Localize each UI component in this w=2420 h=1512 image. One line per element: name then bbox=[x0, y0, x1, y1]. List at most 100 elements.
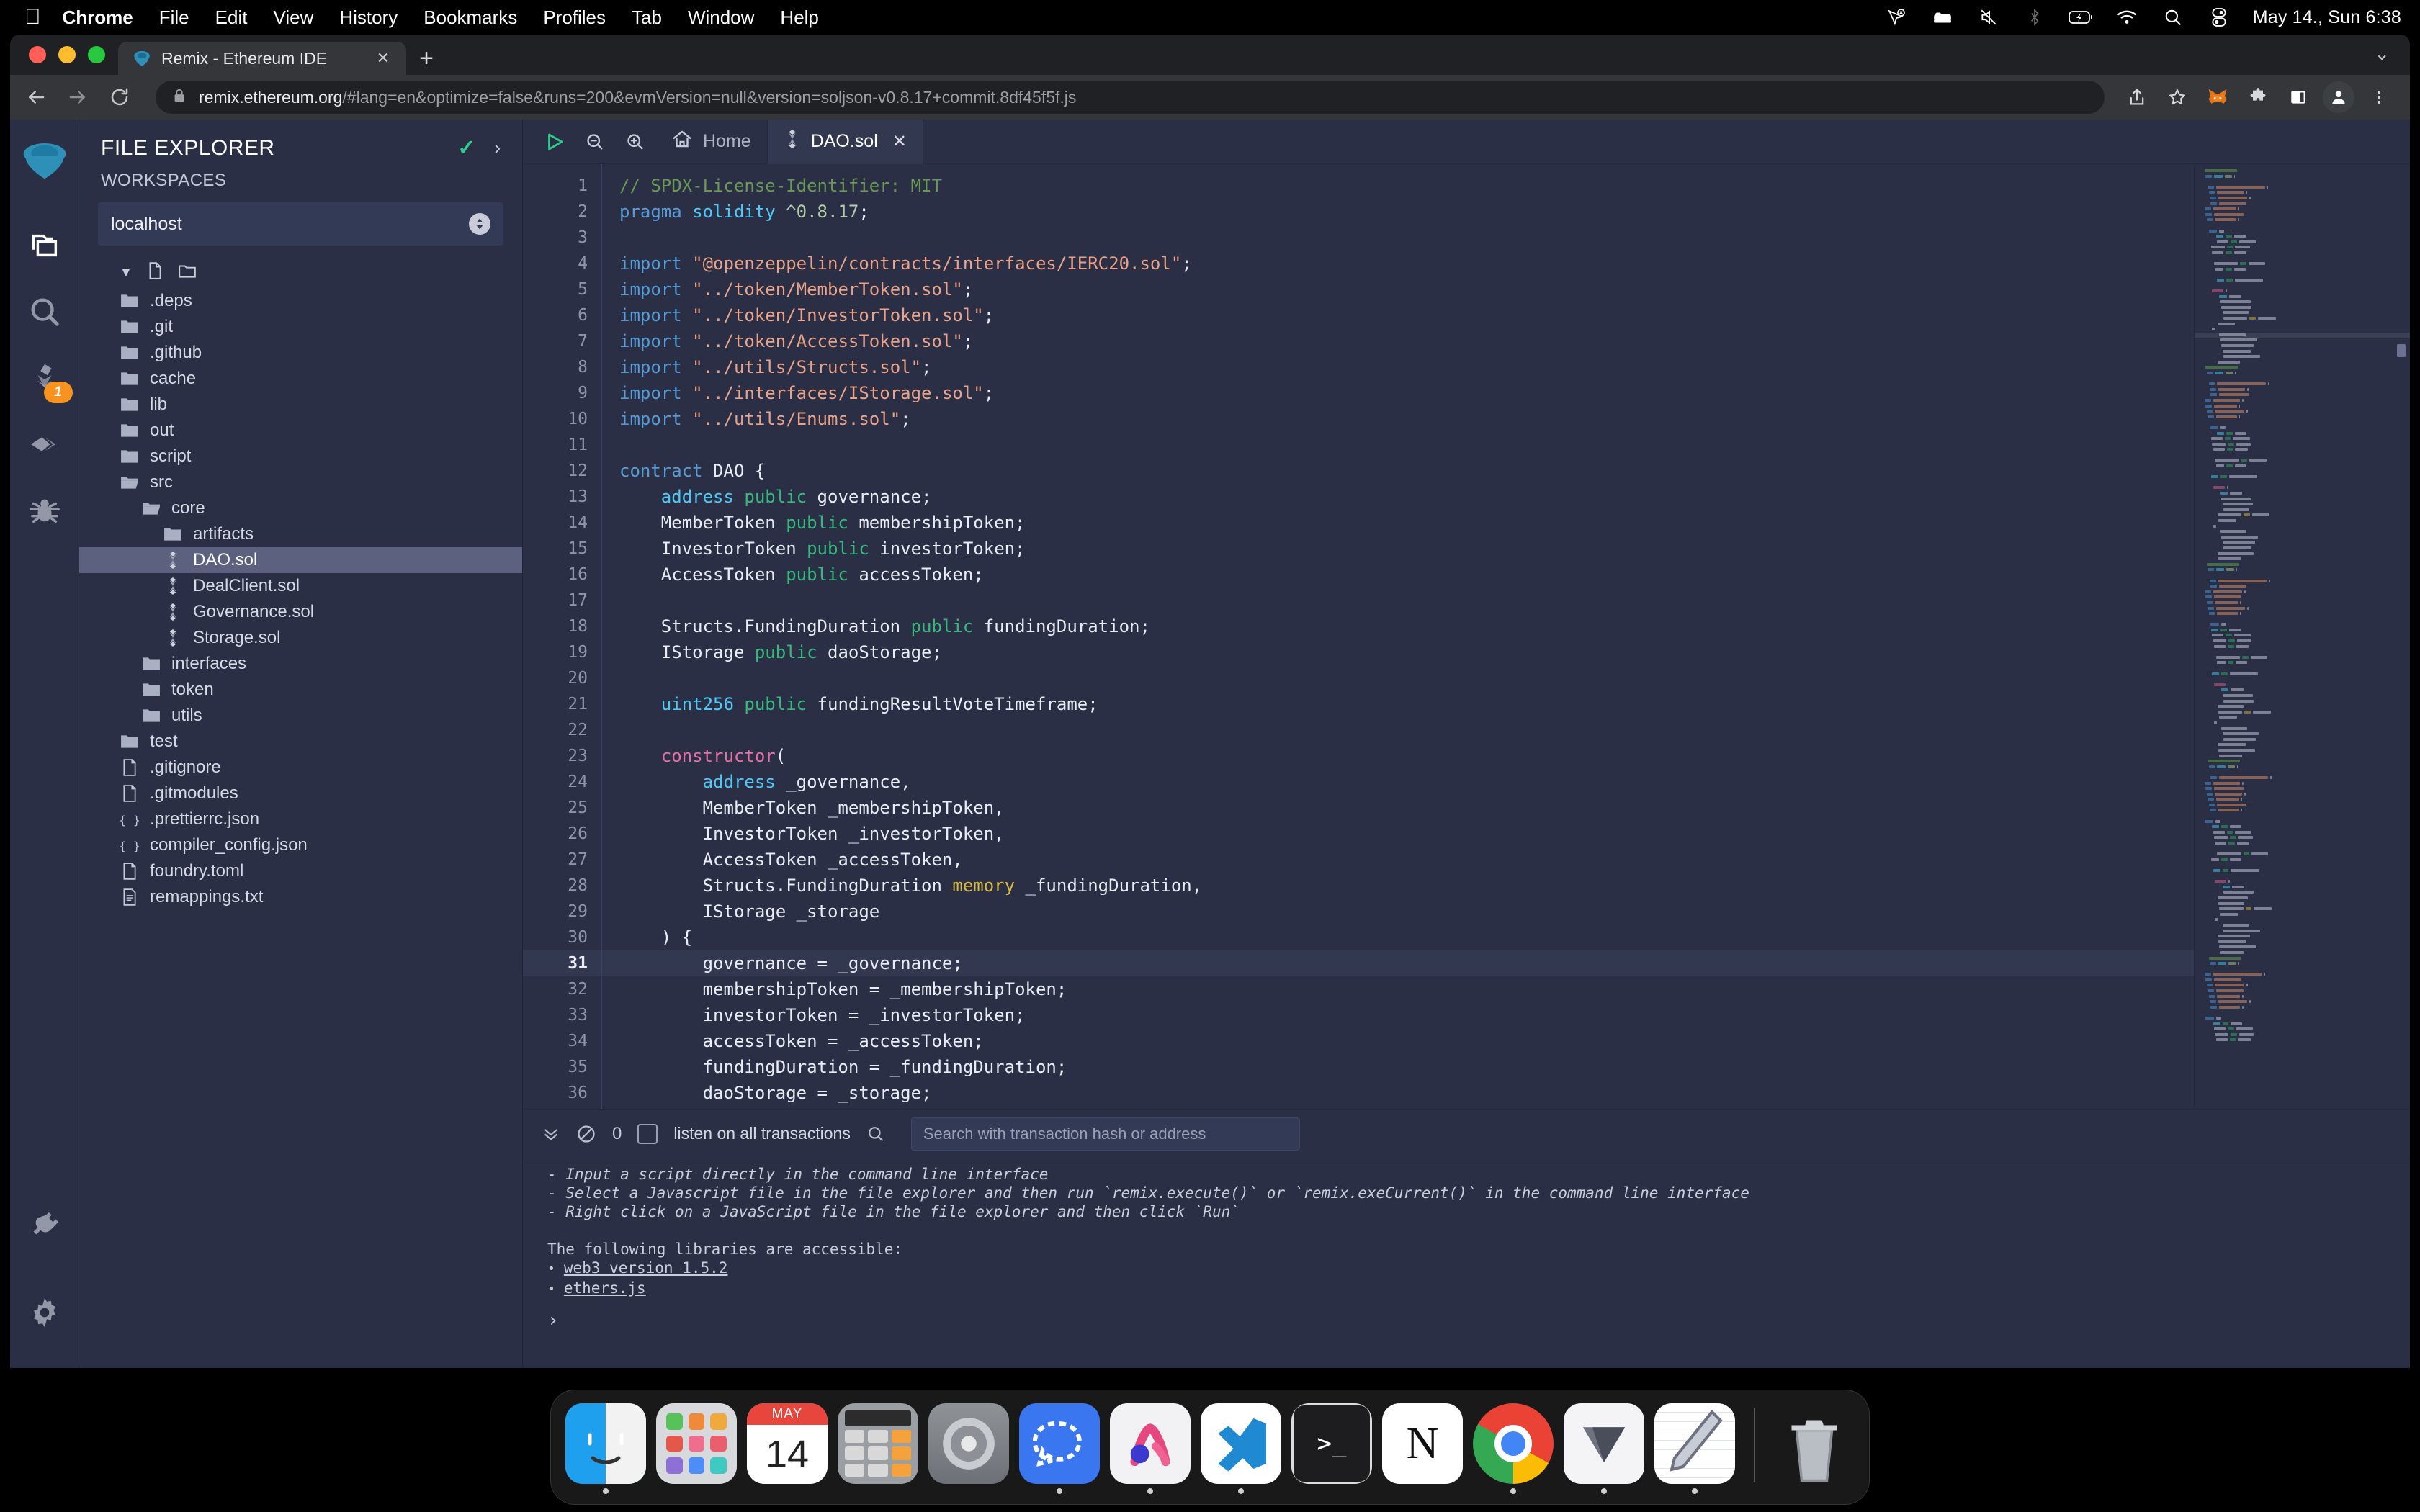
battery-charging-icon[interactable] bbox=[2068, 6, 2093, 28]
sidebar-item-search[interactable] bbox=[17, 284, 73, 340]
new-folder-icon[interactable] bbox=[177, 261, 197, 284]
code-line[interactable]: MemberToken _membershipToken, bbox=[602, 795, 2194, 821]
code-line[interactable]: constructor( bbox=[602, 743, 2194, 769]
dock-item-vscode[interactable] bbox=[1199, 1403, 1283, 1494]
sidebar-item-settings[interactable] bbox=[17, 1284, 73, 1341]
code-line[interactable] bbox=[602, 225, 2194, 251]
code-line[interactable] bbox=[602, 432, 2194, 458]
dock-item-calculator[interactable] bbox=[836, 1403, 920, 1494]
new-file-icon[interactable] bbox=[145, 261, 164, 284]
metamask-icon[interactable] bbox=[2200, 79, 2236, 115]
tree-folder[interactable]: src bbox=[79, 469, 522, 495]
code-line[interactable] bbox=[602, 717, 2194, 743]
address-bar[interactable]: remix.ethereum.org/#lang=en&optimize=fal… bbox=[156, 81, 2105, 114]
code-line[interactable]: import "../token/AccessToken.sol"; bbox=[602, 328, 2194, 354]
menu-item-window[interactable]: Window bbox=[688, 6, 754, 29]
tree-file[interactable]: { } compiler_config.json bbox=[79, 832, 522, 858]
transaction-search-input[interactable]: Search with transaction hash or address bbox=[910, 1117, 1300, 1151]
tree-folder[interactable]: .deps bbox=[79, 288, 522, 314]
tree-folder[interactable]: script bbox=[79, 444, 522, 469]
chrome-menu-icon[interactable] bbox=[2361, 79, 2397, 115]
dock-item-notion[interactable]: N bbox=[1381, 1403, 1464, 1494]
minimize-window-button[interactable] bbox=[58, 46, 76, 63]
close-icon[interactable]: ✕ bbox=[892, 131, 907, 152]
bluetooth-icon[interactable] bbox=[2022, 6, 2047, 28]
tree-folder[interactable]: cache bbox=[79, 366, 522, 392]
dock-item-calendar[interactable]: MAY 14 bbox=[745, 1403, 829, 1494]
tree-file[interactable]: Storage.sol bbox=[79, 625, 522, 651]
tree-file[interactable]: { } .prettierrc.json bbox=[79, 806, 522, 832]
code-line[interactable]: // SPDX-License-Identifier: MIT bbox=[602, 173, 2194, 199]
code-minimap[interactable] bbox=[2194, 164, 2410, 1109]
signal-icon[interactable] bbox=[1019, 1403, 1100, 1484]
code-line[interactable]: pragma solidity ^0.8.17; bbox=[602, 199, 2194, 225]
code-line[interactable]: import "@openzeppelin/contracts/interfac… bbox=[602, 251, 2194, 276]
tree-folder[interactable]: token bbox=[79, 677, 522, 703]
tree-folder[interactable]: utils bbox=[79, 703, 522, 729]
zoom-in-icon[interactable] bbox=[615, 122, 655, 162]
terminal-prompt[interactable]: › bbox=[547, 1300, 2410, 1331]
dock-item-terminal[interactable]: >_ bbox=[1290, 1403, 1373, 1494]
location-off-icon[interactable] bbox=[1884, 6, 1909, 28]
menu-item-view[interactable]: View bbox=[273, 6, 313, 29]
code-line[interactable]: Structs.FundingDuration public fundingDu… bbox=[602, 613, 2194, 639]
terminal-link[interactable]: ethers.js bbox=[564, 1279, 646, 1297]
mute-icon[interactable] bbox=[1976, 6, 2001, 28]
tree-file[interactable]: Governance.sol bbox=[79, 599, 522, 625]
dock-item-signal[interactable] bbox=[1018, 1403, 1101, 1494]
code-line[interactable]: IStorage _storage bbox=[602, 899, 2194, 924]
menu-bar-clock[interactable]: May 14., Sun 6:38 bbox=[2253, 7, 2401, 28]
menu-item-history[interactable]: History bbox=[339, 6, 398, 29]
code-content[interactable]: // SPDX-License-Identifier: MIT pragma so… bbox=[602, 164, 2194, 1109]
code-line[interactable]: import "../token/MemberToken.sol"; bbox=[602, 276, 2194, 302]
maximize-window-button[interactable] bbox=[88, 46, 105, 63]
terminal-output[interactable]: - Input a script directly in the command… bbox=[523, 1158, 2410, 1368]
menu-item-chrome[interactable]: Chrome bbox=[63, 6, 133, 29]
bookmark-star-icon[interactable] bbox=[2159, 79, 2195, 115]
arc-icon[interactable] bbox=[1110, 1403, 1191, 1484]
code-line[interactable]: import "../utils/Enums.sol"; bbox=[602, 406, 2194, 432]
code-line[interactable]: accessToken = _accessToken; bbox=[602, 1028, 2194, 1054]
calculator-icon[interactable] bbox=[838, 1403, 918, 1484]
notion-icon[interactable]: N bbox=[1382, 1403, 1463, 1484]
chevron-down-icon[interactable]: ⌄ bbox=[2374, 42, 2410, 75]
code-line[interactable]: address _governance, bbox=[602, 769, 2194, 795]
dock-item-system-settings[interactable] bbox=[927, 1403, 1010, 1494]
tree-file[interactable]: .gitignore bbox=[79, 755, 522, 780]
code-editor[interactable]: 1 2 3 4 5 6 7 8 9 10 11 12 13 14 15 16 17 18 19 20 21 22 23 24 2… bbox=[523, 164, 2410, 1109]
code-line[interactable]: fundingDuration = _fundingDuration; bbox=[602, 1054, 2194, 1080]
caret-down-icon[interactable]: ▼ bbox=[120, 265, 133, 280]
terminal-link[interactable]: web3 version 1.5.2 bbox=[564, 1259, 728, 1277]
code-line[interactable]: AccessToken _accessToken, bbox=[602, 847, 2194, 873]
code-line[interactable]: daoStorage = _storage; bbox=[602, 1080, 2194, 1106]
tree-folder[interactable]: .github bbox=[79, 340, 522, 366]
minimap-slider[interactable] bbox=[2397, 344, 2406, 357]
browser-tab[interactable]: Remix - Ethereum IDE ✕ bbox=[118, 42, 406, 75]
extensions-puzzle-icon[interactable] bbox=[2240, 79, 2276, 115]
sidebar-item-deploy-run[interactable] bbox=[17, 416, 73, 472]
code-line[interactable]: IStorage public daoStorage; bbox=[602, 639, 2194, 665]
code-line[interactable]: InvestorToken _investorToken, bbox=[602, 821, 2194, 847]
tree-folder[interactable]: lib bbox=[79, 392, 522, 418]
dock-item-notes[interactable] bbox=[1653, 1403, 1736, 1494]
menu-item-edit[interactable]: Edit bbox=[215, 6, 248, 29]
zoom-out-icon[interactable] bbox=[575, 122, 615, 162]
tree-file[interactable]: foundry.toml bbox=[79, 858, 522, 884]
calendar-icon[interactable]: MAY 14 bbox=[747, 1403, 828, 1484]
code-line[interactable]: contract DAO { bbox=[602, 458, 2194, 484]
chrome-icon[interactable] bbox=[1473, 1403, 1554, 1484]
trash-icon[interactable] bbox=[1774, 1403, 1855, 1484]
code-line[interactable]: membershipToken = _membershipToken; bbox=[602, 976, 2194, 1002]
code-line[interactable]: MemberToken public membershipToken; bbox=[602, 510, 2194, 536]
code-line[interactable]: governance = _governance; bbox=[602, 950, 2194, 976]
editor-tab-dao-sol[interactable]: DAO.sol ✕ bbox=[766, 119, 923, 164]
no-entry-icon[interactable] bbox=[576, 1124, 596, 1144]
chevrons-down-icon[interactable] bbox=[542, 1125, 560, 1143]
dock-item-launchpad[interactable] bbox=[655, 1403, 738, 1494]
apple-menu-icon[interactable]:  bbox=[24, 6, 41, 28]
wifi-icon[interactable] bbox=[2115, 6, 2139, 28]
code-line[interactable]: InvestorToken public investorToken; bbox=[602, 536, 2194, 562]
code-line[interactable]: investorToken = _investorToken; bbox=[602, 1002, 2194, 1028]
menu-item-help[interactable]: Help bbox=[780, 6, 818, 29]
code-line[interactable]: address public governance; bbox=[602, 484, 2194, 510]
